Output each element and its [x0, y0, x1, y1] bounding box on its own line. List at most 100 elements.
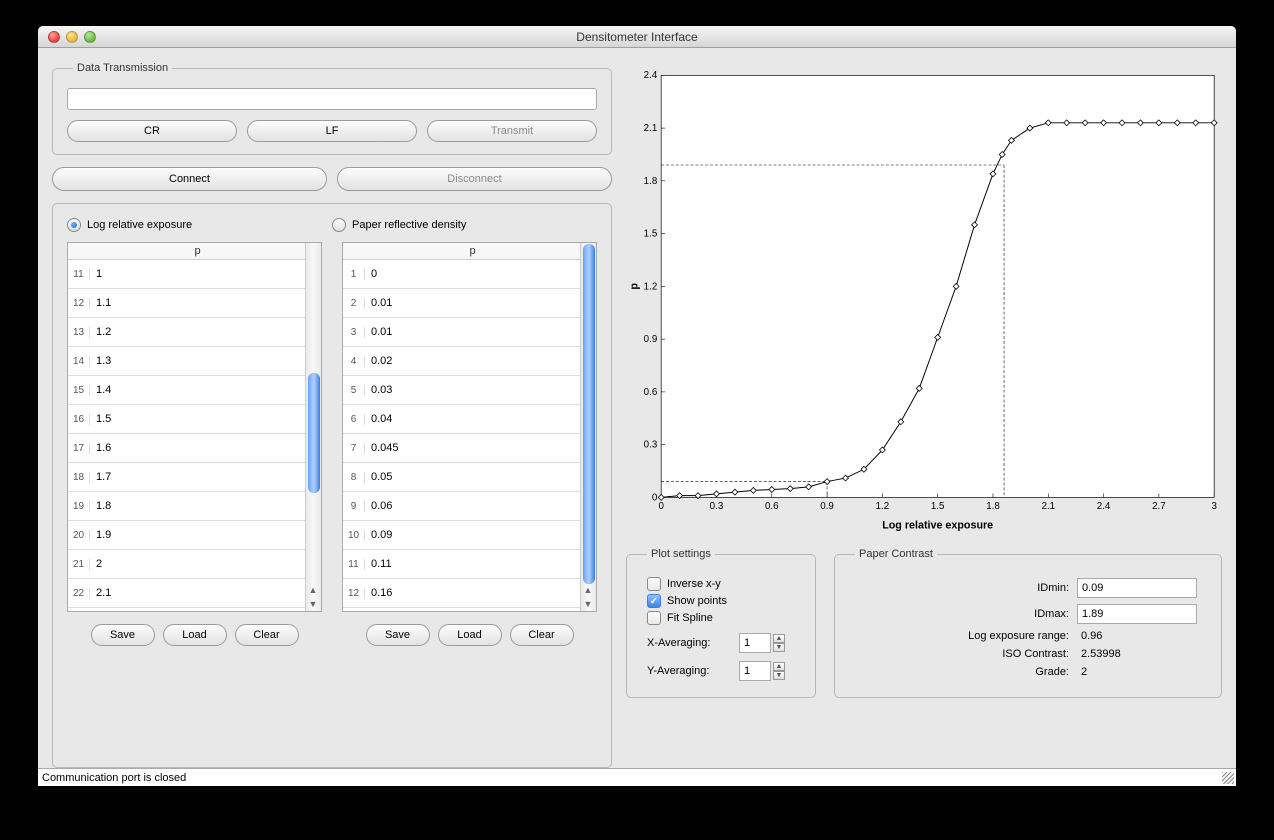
table-row[interactable]: 10 [343, 260, 580, 289]
idmax-input[interactable] [1077, 604, 1197, 624]
svg-text:0: 0 [652, 492, 658, 503]
table-row[interactable]: 212 [68, 550, 305, 579]
svg-text:2.4: 2.4 [644, 70, 658, 81]
table-row[interactable]: 222.1 [68, 579, 305, 608]
disconnect-button[interactable]: Disconnect [337, 167, 612, 191]
row-value[interactable]: 1.7 [90, 471, 305, 483]
row-index: 5 [343, 385, 365, 396]
table-row[interactable]: 171.6 [68, 434, 305, 463]
paper-density-radio[interactable] [332, 218, 346, 232]
svg-text:1.8: 1.8 [986, 501, 1000, 512]
table-row[interactable]: 131.2 [68, 318, 305, 347]
y-averaging-input[interactable] [739, 661, 771, 681]
table-row[interactable]: 80.05 [343, 463, 580, 492]
scroll-down-icon[interactable]: ▼ [306, 597, 320, 611]
x-averaging-input[interactable] [739, 633, 771, 653]
row-value[interactable]: 1.2 [90, 326, 305, 338]
clear-button[interactable]: Clear [510, 624, 574, 646]
table-row[interactable]: 20.01 [343, 289, 580, 318]
table-row[interactable]: 70.045 [343, 434, 580, 463]
row-value[interactable]: 1.6 [90, 442, 305, 454]
inverse-xy-checkbox[interactable] [647, 577, 661, 591]
row-value[interactable]: 0.06 [365, 500, 580, 512]
iso-label: ISO Contrast: [849, 648, 1069, 660]
scroll-up-icon[interactable]: ▲ [581, 583, 595, 597]
row-value[interactable]: 0.03 [365, 384, 580, 396]
row-index: 11 [343, 559, 365, 570]
table-row[interactable]: 181.7 [68, 463, 305, 492]
row-value[interactable]: 1.8 [90, 500, 305, 512]
row-value[interactable]: 1 [90, 268, 305, 280]
svg-text:0.3: 0.3 [644, 440, 658, 451]
range-value: 0.96 [1077, 630, 1207, 642]
resize-grip-icon[interactable] [1222, 772, 1234, 784]
table-row[interactable]: 60.04 [343, 405, 580, 434]
minimize-icon[interactable] [66, 31, 78, 43]
row-value[interactable]: 0.05 [365, 471, 580, 483]
idmin-input[interactable] [1077, 578, 1197, 598]
paper-contrast-legend: Paper Contrast [855, 548, 937, 560]
table-row[interactable]: 40.02 [343, 347, 580, 376]
table-row[interactable]: 151.4 [68, 376, 305, 405]
save-button[interactable]: Save [366, 624, 430, 646]
row-value[interactable]: 1.4 [90, 384, 305, 396]
svg-text:0.9: 0.9 [644, 334, 658, 345]
scrollbar-thumb[interactable] [308, 373, 320, 493]
table-row[interactable]: 30.01 [343, 318, 580, 347]
table-row[interactable]: 201.9 [68, 521, 305, 550]
show-points-checkbox[interactable] [647, 594, 661, 608]
row-value[interactable]: 0.01 [365, 297, 580, 309]
clear-button[interactable]: Clear [235, 624, 299, 646]
stepper-down-icon[interactable]: ▼ [773, 671, 785, 680]
row-value[interactable]: 0.02 [365, 355, 580, 367]
transmit-button[interactable]: Transmit [427, 120, 597, 142]
save-button[interactable]: Save [91, 624, 155, 646]
row-value[interactable]: 0.11 [365, 558, 580, 570]
transmit-input[interactable] [67, 88, 597, 110]
row-value[interactable]: 1.5 [90, 413, 305, 425]
stepper-up-icon[interactable]: ▲ [773, 662, 785, 671]
row-value[interactable]: 2.1 [90, 587, 305, 599]
load-button[interactable]: Load [163, 624, 227, 646]
svg-text:0.6: 0.6 [644, 387, 658, 398]
stepper-down-icon[interactable]: ▼ [773, 643, 785, 652]
zoom-icon[interactable] [84, 31, 96, 43]
table-row[interactable]: 90.06 [343, 492, 580, 521]
row-value[interactable]: 0.16 [365, 587, 580, 599]
table-row[interactable]: 100.09 [343, 521, 580, 550]
fit-spline-checkbox[interactable] [647, 611, 661, 625]
table-row[interactable]: 161.5 [68, 405, 305, 434]
scrollbar[interactable]: ▲ ▼ [580, 243, 596, 611]
close-icon[interactable] [48, 31, 60, 43]
lf-button[interactable]: LF [247, 120, 417, 142]
row-value[interactable]: 0.045 [365, 442, 580, 454]
row-value[interactable]: 0.09 [365, 529, 580, 541]
exposure-table: p 111121.1131.2141.3151.4161.5171.6181.7… [67, 242, 322, 646]
table-row[interactable]: 50.03 [343, 376, 580, 405]
cr-button[interactable]: CR [67, 120, 237, 142]
row-value[interactable]: 1.3 [90, 355, 305, 367]
row-value[interactable]: 1.1 [90, 297, 305, 309]
table-row[interactable]: 121.1 [68, 289, 305, 318]
table-row[interactable]: 110.11 [343, 550, 580, 579]
row-value[interactable]: 1.9 [90, 529, 305, 541]
scrollbar-thumb[interactable] [583, 244, 595, 584]
table-row[interactable]: 120.16 [343, 579, 580, 608]
row-value[interactable]: 0.04 [365, 413, 580, 425]
connect-button[interactable]: Connect [52, 167, 327, 191]
row-value[interactable]: 2 [90, 558, 305, 570]
log-exposure-radio[interactable] [67, 218, 81, 232]
table-row[interactable]: 191.8 [68, 492, 305, 521]
y-averaging-label: Y-Averaging: [647, 665, 731, 677]
scroll-down-icon[interactable]: ▼ [581, 597, 595, 611]
row-index: 6 [343, 414, 365, 425]
load-button[interactable]: Load [438, 624, 502, 646]
scroll-up-icon[interactable]: ▲ [306, 583, 320, 597]
row-value[interactable]: 0.01 [365, 326, 580, 338]
row-index: 17 [68, 443, 90, 454]
scrollbar[interactable]: ▲ ▼ [305, 243, 321, 611]
table-row[interactable]: 111 [68, 260, 305, 289]
row-value[interactable]: 0 [365, 268, 580, 280]
stepper-up-icon[interactable]: ▲ [773, 634, 785, 643]
table-row[interactable]: 141.3 [68, 347, 305, 376]
